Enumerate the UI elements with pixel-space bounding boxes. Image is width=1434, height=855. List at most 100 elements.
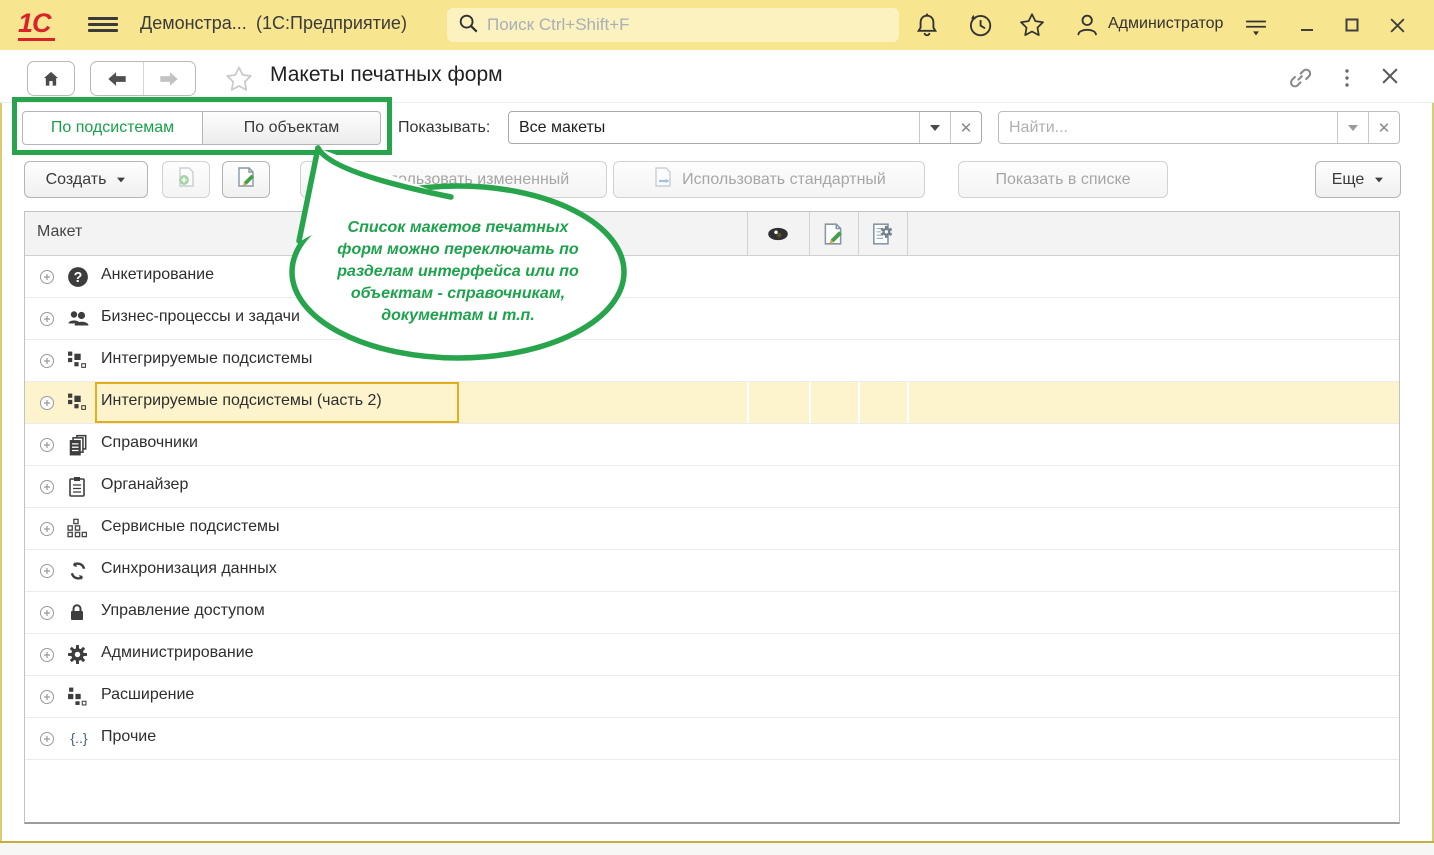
use-modified-label: Использовать измененный xyxy=(370,171,569,189)
table-row[interactable]: {..} Прочие xyxy=(25,718,1399,760)
row-label[interactable]: Анкетирование xyxy=(101,266,214,284)
tab-by-objects-label: По объектам xyxy=(244,119,340,137)
expand-icon[interactable] xyxy=(39,311,55,327)
minimize-button[interactable] xyxy=(1292,10,1322,40)
expand-icon[interactable] xyxy=(39,353,55,369)
table-row[interactable]: Расширение xyxy=(25,676,1399,718)
show-in-list-button[interactable]: Показать в списке xyxy=(958,161,1168,198)
expand-icon[interactable] xyxy=(39,647,55,663)
row-label[interactable]: Прочие xyxy=(101,728,156,746)
show-filter-clear-button[interactable]: ✕ xyxy=(950,112,981,143)
hamburger-menu-icon[interactable] xyxy=(88,14,118,36)
catalogs-icon xyxy=(67,434,89,456)
search-icon xyxy=(457,12,479,39)
create-button-label: Создать xyxy=(46,171,107,189)
table-header[interactable]: Макет xyxy=(25,212,1399,256)
expand-icon[interactable] xyxy=(39,395,55,411)
use-standard-button[interactable]: Использовать стандартный xyxy=(613,161,925,198)
app-title[interactable]: Демонстра... xyxy=(140,13,247,34)
table-row[interactable]: Администрирование xyxy=(25,634,1399,676)
row-label[interactable]: Администрирование xyxy=(101,644,254,662)
expand-icon[interactable] xyxy=(39,437,55,453)
pin-favorite-star-icon[interactable] xyxy=(224,64,254,94)
show-filter-label: Показывать: xyxy=(398,119,490,137)
top-bar: 1С Демонстра... (1С:Предприятие) Поиск C… xyxy=(0,0,1434,50)
find-dropdown-button[interactable] xyxy=(1337,112,1368,143)
use-modified-button[interactable]: Использовать измененный xyxy=(300,161,607,198)
table-row[interactable]: Интегрируемые подсистемы (часть 2) xyxy=(25,382,1399,424)
expand-icon[interactable] xyxy=(39,563,55,579)
service-blocks-icon xyxy=(67,518,89,540)
edit-template-icon[interactable] xyxy=(821,222,845,246)
row-label[interactable]: Интегрируемые подсистемы (часть 2) xyxy=(101,392,382,410)
get-link-icon[interactable] xyxy=(1286,64,1314,92)
forward-button[interactable] xyxy=(143,62,196,95)
notifications-bell-icon[interactable] xyxy=(913,11,941,39)
doc-plus-icon xyxy=(175,166,197,193)
more-button[interactable]: Еще xyxy=(1315,161,1401,198)
app-window: 1С Демонстра... (1С:Предприятие) Поиск C… xyxy=(0,0,1434,855)
row-label[interactable]: Сервисные подсистемы xyxy=(101,518,280,536)
table-row[interactable]: Синхронизация данных xyxy=(25,550,1399,592)
subsystem-blocks-icon xyxy=(67,350,89,372)
table-row[interactable]: Управление доступом xyxy=(25,592,1399,634)
expand-icon[interactable] xyxy=(39,269,55,285)
view-icon[interactable] xyxy=(766,222,790,246)
change-template-button[interactable] xyxy=(222,161,270,198)
row-label[interactable]: Интегрируемые подсистемы xyxy=(101,350,312,368)
home-button[interactable] xyxy=(27,61,75,96)
history-icon[interactable] xyxy=(966,11,994,39)
row-label[interactable]: Органайзер xyxy=(101,476,188,494)
show-filter-combobox: Все макеты ✕ xyxy=(508,111,982,144)
tab-by-objects[interactable]: По объектам xyxy=(203,111,381,145)
show-in-list-label: Показать в списке xyxy=(995,171,1130,189)
global-search-input[interactable]: Поиск Ctrl+Shift+F xyxy=(447,8,899,42)
create-button[interactable]: Создать xyxy=(24,161,148,198)
service-settings-icon[interactable] xyxy=(1242,11,1270,39)
template-table-body: ? Анкетирование Бизнес-процессы и задачи… xyxy=(25,256,1399,760)
table-row[interactable]: Органайзер xyxy=(25,466,1399,508)
favorites-star-icon[interactable] xyxy=(1018,11,1046,39)
row-label[interactable]: Расширение xyxy=(101,686,194,704)
template-settings-icon[interactable] xyxy=(870,222,894,246)
user-name[interactable]: Администратор xyxy=(1108,15,1223,33)
table-row[interactable]: ? Анкетирование xyxy=(25,256,1399,298)
create-copy-button[interactable] xyxy=(162,161,210,198)
person-doc-icon xyxy=(338,166,362,193)
expand-icon[interactable] xyxy=(39,479,55,495)
expand-icon[interactable] xyxy=(39,689,55,705)
row-label[interactable]: Бизнес-процессы и задачи xyxy=(101,308,300,326)
gear-icon xyxy=(67,644,89,666)
close-form-icon[interactable] xyxy=(1380,66,1400,86)
use-standard-label: Использовать стандартный xyxy=(682,171,886,189)
organizer-icon xyxy=(67,476,89,498)
table-row[interactable]: Бизнес-процессы и задачи xyxy=(25,298,1399,340)
show-filter-dropdown-button[interactable] xyxy=(919,112,950,143)
show-filter-value[interactable]: Все макеты xyxy=(509,112,919,143)
more-menu-kebab-icon[interactable] xyxy=(1340,66,1354,90)
tab-by-subsystems-label: По подсистемам xyxy=(51,119,174,137)
tab-by-subsystems[interactable]: По подсистемам xyxy=(22,111,203,145)
templates-table: Макет ? Анкетирование Бизнес-процессы xyxy=(24,211,1400,824)
question-circle-icon: ? xyxy=(67,266,89,288)
table-row[interactable]: Сервисные подсистемы xyxy=(25,508,1399,550)
doc-arrow-icon xyxy=(652,166,674,193)
row-label[interactable]: Синхронизация данных xyxy=(101,560,277,578)
maximize-button[interactable] xyxy=(1337,10,1367,40)
table-row[interactable]: Справочники xyxy=(25,424,1399,466)
find-clear-button[interactable]: ✕ xyxy=(1368,112,1399,143)
expand-icon[interactable] xyxy=(39,605,55,621)
user-icon[interactable] xyxy=(1072,11,1100,39)
find-input[interactable]: Найти... xyxy=(999,112,1337,143)
column-header-maket[interactable]: Макет xyxy=(37,223,82,241)
1c-logo[interactable]: 1С xyxy=(18,9,55,41)
row-label[interactable]: Управление доступом xyxy=(101,602,265,620)
table-row[interactable]: Интегрируемые подсистемы xyxy=(25,340,1399,382)
page-title: Макеты печатных форм xyxy=(270,63,503,87)
extension-blocks-icon xyxy=(67,686,89,708)
expand-icon[interactable] xyxy=(39,521,55,537)
expand-icon[interactable] xyxy=(39,731,55,747)
back-button[interactable] xyxy=(91,62,143,95)
row-label[interactable]: Справочники xyxy=(101,434,198,452)
close-window-button[interactable] xyxy=(1382,10,1412,40)
